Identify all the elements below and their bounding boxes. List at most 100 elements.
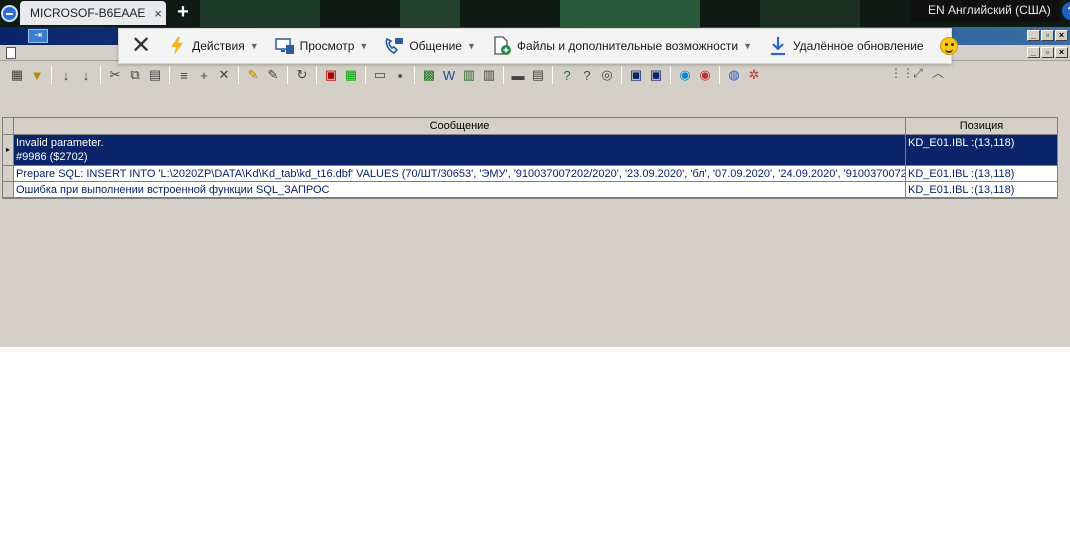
message-cell[interactable]: Invalid parameter. #9986 ($2702): [14, 135, 906, 165]
minimize-button[interactable]: _: [1027, 30, 1040, 41]
delete-icon[interactable]: ✕: [215, 66, 233, 84]
sort-descending-icon[interactable]: ↓: [77, 66, 95, 84]
desktop-background: [400, 0, 460, 27]
chevron-down-icon: ▼: [743, 41, 752, 51]
view-menu-label: Просмотр: [299, 39, 355, 53]
word-export-icon[interactable]: W: [440, 66, 458, 84]
files-menu-label: Файлы и дополнительные возможности: [516, 39, 739, 53]
monitor-icon: [274, 36, 295, 56]
context-help-icon[interactable]: ?: [578, 66, 596, 84]
copy-icon[interactable]: ⧉: [126, 66, 144, 84]
language-indicator[interactable]: EN Английский (США): [910, 0, 1060, 22]
toolbar-separator: [414, 66, 415, 84]
chevron-up-icon[interactable]: ︿: [930, 66, 946, 80]
empty-area: [0, 347, 1070, 540]
help-icon[interactable]: ?: [558, 66, 576, 84]
chat-icon[interactable]: ◉: [696, 66, 714, 84]
toolbar-separator: [552, 66, 553, 84]
communication-menu[interactable]: Общение ▼: [378, 29, 482, 63]
table-row[interactable]: Prepare SQL: INSERT INTO 'L:\2020ZP\DATA…: [3, 166, 1057, 182]
grid-dots-icon[interactable]: ⋮⋮: [890, 66, 914, 80]
add-tab-button[interactable]: +: [172, 2, 194, 24]
help-button[interactable]: ?: [1062, 2, 1070, 20]
network-icon[interactable]: ✲: [745, 66, 763, 84]
grid-view-icon[interactable]: ▦: [8, 66, 26, 84]
child-minimize-button[interactable]: _: [1027, 47, 1040, 58]
maximize-button[interactable]: ▫: [1041, 30, 1054, 41]
close-session-button[interactable]: ✕: [125, 29, 157, 63]
window-controls: _ ▫ ×: [1027, 30, 1068, 41]
message-cell[interactable]: Ошибка при выполнении встроенной функции…: [14, 182, 906, 197]
unmark-icon[interactable]: ✎: [264, 66, 282, 84]
remote-update-button[interactable]: Удалённое обновление: [762, 29, 930, 63]
ms10-icon[interactable]: ▣: [647, 66, 665, 84]
row-indicator-icon: ▸: [3, 135, 14, 165]
add-icon[interactable]: +: [195, 66, 213, 84]
feedback-button[interactable]: [934, 29, 964, 63]
actions-menu[interactable]: Действия ▼: [161, 29, 265, 63]
position-cell[interactable]: KD_E01.IBL :(13,118): [906, 166, 1057, 181]
paste-icon[interactable]: ▤: [146, 66, 164, 84]
column-header-message[interactable]: Сообщение: [14, 118, 906, 135]
preview-icon[interactable]: ▤: [529, 66, 547, 84]
toolbar-separator: [287, 66, 288, 84]
position-cell[interactable]: KD_E01.IBL :(13,118): [906, 135, 1057, 165]
cut-icon[interactable]: ✂: [106, 66, 124, 84]
calculator-icon[interactable]: ▦: [342, 66, 360, 84]
renumber-icon[interactable]: ≡: [175, 66, 193, 84]
excel-export-icon[interactable]: ▩: [420, 66, 438, 84]
remote-control-toolbar: ✕ Действия ▼ Просмотр ▼ Общение ▼ Файлы …: [118, 28, 958, 64]
row-indicator-header: [3, 118, 14, 135]
refresh-icon[interactable]: ↻: [293, 66, 311, 84]
close-button[interactable]: ×: [1055, 30, 1068, 41]
archive-icon[interactable]: ▥: [460, 66, 478, 84]
pin-icon[interactable]: ⇥: [28, 29, 48, 43]
table-row[interactable]: ▸ Invalid parameter. #9986 ($2702) KD_E0…: [3, 135, 1057, 166]
save-icon[interactable]: ▪: [391, 66, 409, 84]
position-cell[interactable]: KD_E01.IBL :(13,118): [906, 182, 1057, 197]
child-window-controls: _ ▫ ×: [1027, 47, 1068, 58]
row-indicator-icon: [3, 182, 14, 197]
print-icon[interactable]: ▬: [509, 66, 527, 84]
close-icon: ✕: [131, 32, 152, 59]
toolbar-separator: [365, 66, 366, 84]
report-icon[interactable]: ▣: [322, 66, 340, 84]
message-text: Invalid parameter.: [16, 137, 104, 149]
toolbar-separator: [503, 66, 504, 84]
toolbar-separator: [100, 66, 101, 84]
session-tab-title: MICROSOF-B6EAAE: [30, 6, 146, 20]
filter-icon[interactable]: ▼: [28, 66, 46, 84]
close-icon[interactable]: ×: [150, 6, 166, 21]
toolbar-separator: [316, 66, 317, 84]
remote-update-label: Удалённое обновление: [792, 39, 924, 53]
download-icon: [768, 36, 788, 56]
desktop-background: [200, 0, 320, 27]
mark-icon[interactable]: ✎: [244, 66, 262, 84]
view-menu[interactable]: Просмотр ▼: [269, 29, 375, 63]
archive-restore-icon[interactable]: ▥: [480, 66, 498, 84]
phone-icon: [384, 36, 404, 56]
message-cell[interactable]: Prepare SQL: INSERT INTO 'L:\2020ZP\DATA…: [14, 166, 906, 181]
internet-icon[interactable]: ◍: [725, 66, 743, 84]
open-folder-icon[interactable]: ▭: [371, 66, 389, 84]
chevron-down-icon: ▼: [249, 41, 259, 51]
toolbar-overlay-controls: ⋮⋮ ⤢ ︿: [890, 66, 946, 80]
toolbar-separator: [670, 66, 671, 84]
child-maximize-button[interactable]: ▫: [1041, 47, 1054, 58]
toolbar-separator: [238, 66, 239, 84]
module-icon[interactable]: ▣: [627, 66, 645, 84]
child-close-button[interactable]: ×: [1055, 47, 1068, 58]
files-menu[interactable]: Файлы и дополнительные возможности ▼: [486, 29, 758, 63]
grid-header: Сообщение Позиция: [3, 118, 1057, 135]
document-icon: [6, 47, 16, 59]
sort-ascending-icon[interactable]: ↓: [57, 66, 75, 84]
skype-icon[interactable]: ◉: [676, 66, 694, 84]
row-indicator-icon: [3, 166, 14, 181]
session-tab[interactable]: MICROSOF-B6EAAE ×: [20, 1, 166, 25]
expand-icon[interactable]: ⤢: [910, 66, 926, 80]
smiley-icon: [939, 37, 958, 55]
column-header-position[interactable]: Позиция: [906, 118, 1057, 135]
compass-icon[interactable]: ◎: [598, 66, 616, 84]
remote-app-logo-icon[interactable]: [1, 5, 18, 22]
table-row[interactable]: Ошибка при выполнении встроенной функции…: [3, 182, 1057, 198]
